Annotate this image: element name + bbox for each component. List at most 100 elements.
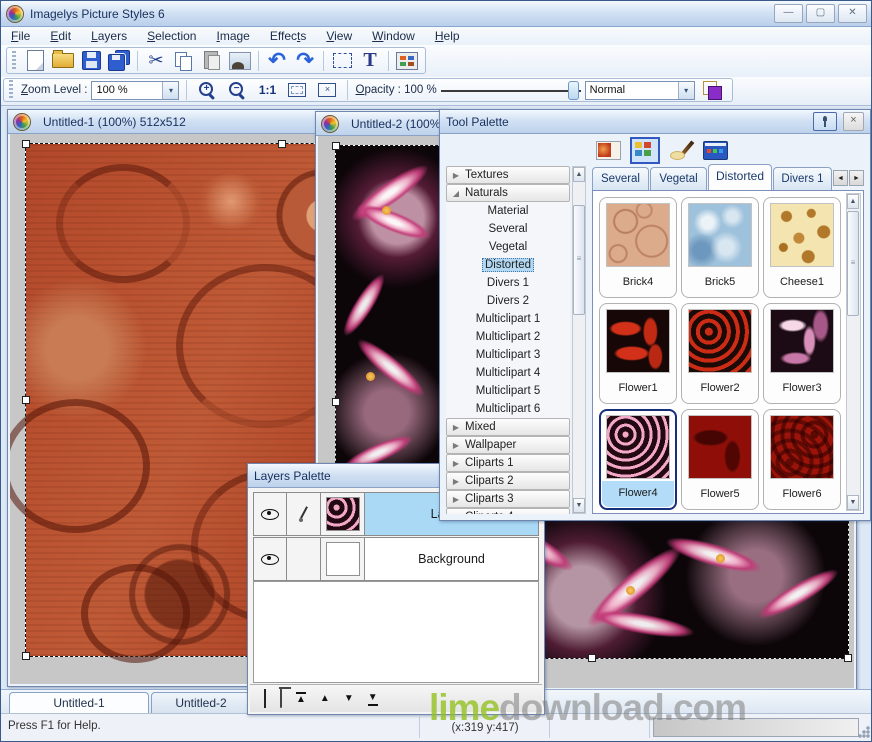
tree-item-cliparts-4[interactable]: ▶Cliparts 4 — [446, 508, 570, 514]
zoom-in-button[interactable]: + — [194, 78, 220, 102]
new-button[interactable] — [22, 49, 48, 73]
move-layer-top-button[interactable]: ▲ — [296, 692, 306, 706]
resize-grip[interactable] — [857, 725, 870, 738]
chevron-down-icon[interactable]: ▾ — [162, 82, 178, 99]
scroll-up-button[interactable]: ▲ — [573, 167, 585, 182]
layer-row-background[interactable]: Background — [253, 537, 539, 581]
thumbnail-flower6[interactable]: Flower6 — [763, 409, 841, 510]
toolbar-grip[interactable] — [12, 51, 16, 71]
thumbnail-flower5[interactable]: Flower5 — [681, 409, 759, 510]
copy-button[interactable] — [171, 49, 197, 73]
maximize-button[interactable]: ▢ — [806, 4, 835, 23]
tree-item-cliparts-2[interactable]: ▶Cliparts 2 — [446, 472, 570, 490]
tree-item-textures[interactable]: ▶Textures — [446, 166, 570, 184]
tree-item-multiclipart-6[interactable]: Multiclipart 6 — [446, 400, 570, 418]
chevron-down-icon[interactable]: ▾ — [678, 82, 694, 99]
tree-item-vegetal[interactable]: Vegetal — [446, 238, 570, 256]
selection-handle[interactable] — [332, 142, 340, 150]
layer-edit-cell[interactable] — [287, 537, 321, 581]
selection-handle[interactable] — [278, 140, 286, 148]
doc-tab-untitled-1[interactable]: Untitled-1 — [9, 692, 149, 714]
menu-image[interactable]: Image — [206, 28, 259, 44]
open-button[interactable] — [50, 49, 76, 73]
tool-palette-close-button[interactable]: × — [843, 112, 864, 131]
thumbnail-brick5[interactable]: Brick5 — [681, 197, 759, 298]
textures-grid-mode-icon[interactable] — [630, 137, 660, 164]
delete-layer-button[interactable] — [280, 690, 282, 708]
panel-mode-icon[interactable] — [703, 141, 728, 160]
save-button[interactable] — [78, 49, 104, 73]
blend-tool-button[interactable] — [699, 78, 725, 102]
scroll-up-button[interactable]: ▲ — [847, 194, 859, 209]
tab-distorted-active[interactable]: Distorted — [708, 164, 772, 190]
tree-item-multiclipart-1[interactable]: Multiclipart 1 — [446, 310, 570, 328]
actual-size-button[interactable]: 1:1 — [254, 78, 280, 102]
tree-item-multiclipart-4[interactable]: Multiclipart 4 — [446, 364, 570, 382]
selection-handle[interactable] — [22, 396, 30, 404]
scrollbar-thumb[interactable]: ≡ — [847, 211, 859, 316]
redo-button[interactable]: ↷ — [292, 49, 318, 73]
menu-effects[interactable]: Effects — [260, 28, 316, 44]
tree-item-distorted-selected[interactable]: Distorted — [446, 256, 570, 274]
move-layer-bottom-button[interactable]: ▼ — [368, 692, 378, 706]
tree-item-wallpaper[interactable]: ▶Wallpaper — [446, 436, 570, 454]
tool-palette-toggle-button[interactable] — [394, 49, 420, 73]
text-tool-button[interactable]: T — [357, 49, 383, 73]
save-all-button[interactable] — [106, 49, 132, 73]
undo-button[interactable]: ↶ — [264, 49, 290, 73]
grid-scrollbar[interactable]: ▲ ≡ ▼ — [846, 193, 861, 511]
menu-file[interactable]: File — [1, 28, 40, 44]
layer-thumbnail-cell[interactable] — [321, 537, 365, 581]
zoom-out-button[interactable]: − — [224, 78, 250, 102]
selection-tool-button[interactable] — [329, 49, 355, 73]
close-image-button[interactable]: × — [314, 78, 340, 102]
new-layer-button[interactable] — [264, 690, 266, 708]
move-layer-up-button[interactable]: ▲ — [320, 693, 330, 705]
paint-brush-mode-icon[interactable] — [669, 140, 694, 160]
tab-divers-1[interactable]: Divers 1 — [773, 167, 832, 190]
paste-button[interactable] — [199, 49, 225, 73]
slider-handle[interactable] — [568, 81, 579, 100]
thumbnail-flower4-selected[interactable]: Flower4 — [599, 409, 677, 510]
cut-button[interactable]: ✂ — [143, 49, 169, 73]
menu-view[interactable]: View — [316, 28, 362, 44]
tree-scrollbar[interactable]: ▲ ≡ ▼ — [572, 166, 586, 514]
tree-item-divers-2[interactable]: Divers 2 — [446, 292, 570, 310]
menu-help[interactable]: Help — [425, 28, 470, 44]
doc-tab-untitled-2[interactable]: Untitled-2 — [151, 692, 251, 714]
menu-selection[interactable]: Selection — [137, 28, 206, 44]
selection-handle[interactable] — [844, 654, 852, 662]
menu-layers[interactable]: Layers — [81, 28, 137, 44]
tool-palette-titlebar[interactable]: Tool Palette × — [440, 110, 870, 134]
layer-visibility-toggle[interactable] — [253, 492, 287, 536]
tree-item-cliparts-3[interactable]: ▶Cliparts 3 — [446, 490, 570, 508]
thumbnail-flower2[interactable]: Flower2 — [681, 303, 759, 404]
selection-handle[interactable] — [22, 652, 30, 660]
layer-name[interactable]: Background — [365, 537, 539, 581]
close-button[interactable]: ✕ — [838, 4, 867, 23]
window-titlebar[interactable]: Imagelys Picture Styles 6 — ▢ ✕ — [1, 1, 872, 27]
tree-item-mixed[interactable]: ▶Mixed — [446, 418, 570, 436]
scrollbar-thumb[interactable]: ≡ — [573, 205, 585, 315]
layer-edit-cell[interactable] — [287, 492, 321, 536]
toolbar-grip[interactable] — [9, 80, 13, 100]
thumbnail-cheese1[interactable]: Cheese1 — [763, 197, 841, 298]
tab-scroll-left-button[interactable]: ◄ — [833, 170, 848, 186]
menu-window[interactable]: Window — [362, 28, 425, 44]
scroll-down-button[interactable]: ▼ — [573, 498, 585, 513]
tab-scroll-right-button[interactable]: ► — [849, 170, 864, 186]
layer-visibility-toggle[interactable] — [253, 537, 287, 581]
tree-item-divers-1[interactable]: Divers 1 — [446, 274, 570, 292]
blend-mode-select[interactable]: Normal ▾ — [585, 81, 695, 100]
move-layer-down-button[interactable]: ▼ — [344, 693, 354, 705]
minimize-button[interactable]: — — [774, 4, 803, 23]
pin-button[interactable] — [813, 112, 837, 131]
image-button[interactable] — [227, 49, 253, 73]
thumbnail-flower3[interactable]: Flower3 — [763, 303, 841, 404]
tree-item-multiclipart-2[interactable]: Multiclipart 2 — [446, 328, 570, 346]
selection-handle[interactable] — [332, 398, 340, 406]
thumbnail-flower1[interactable]: Flower1 — [599, 303, 677, 404]
tab-vegetal[interactable]: Vegetal — [650, 167, 707, 190]
tree-item-multiclipart-3[interactable]: Multiclipart 3 — [446, 346, 570, 364]
tree-item-material[interactable]: Material — [446, 202, 570, 220]
